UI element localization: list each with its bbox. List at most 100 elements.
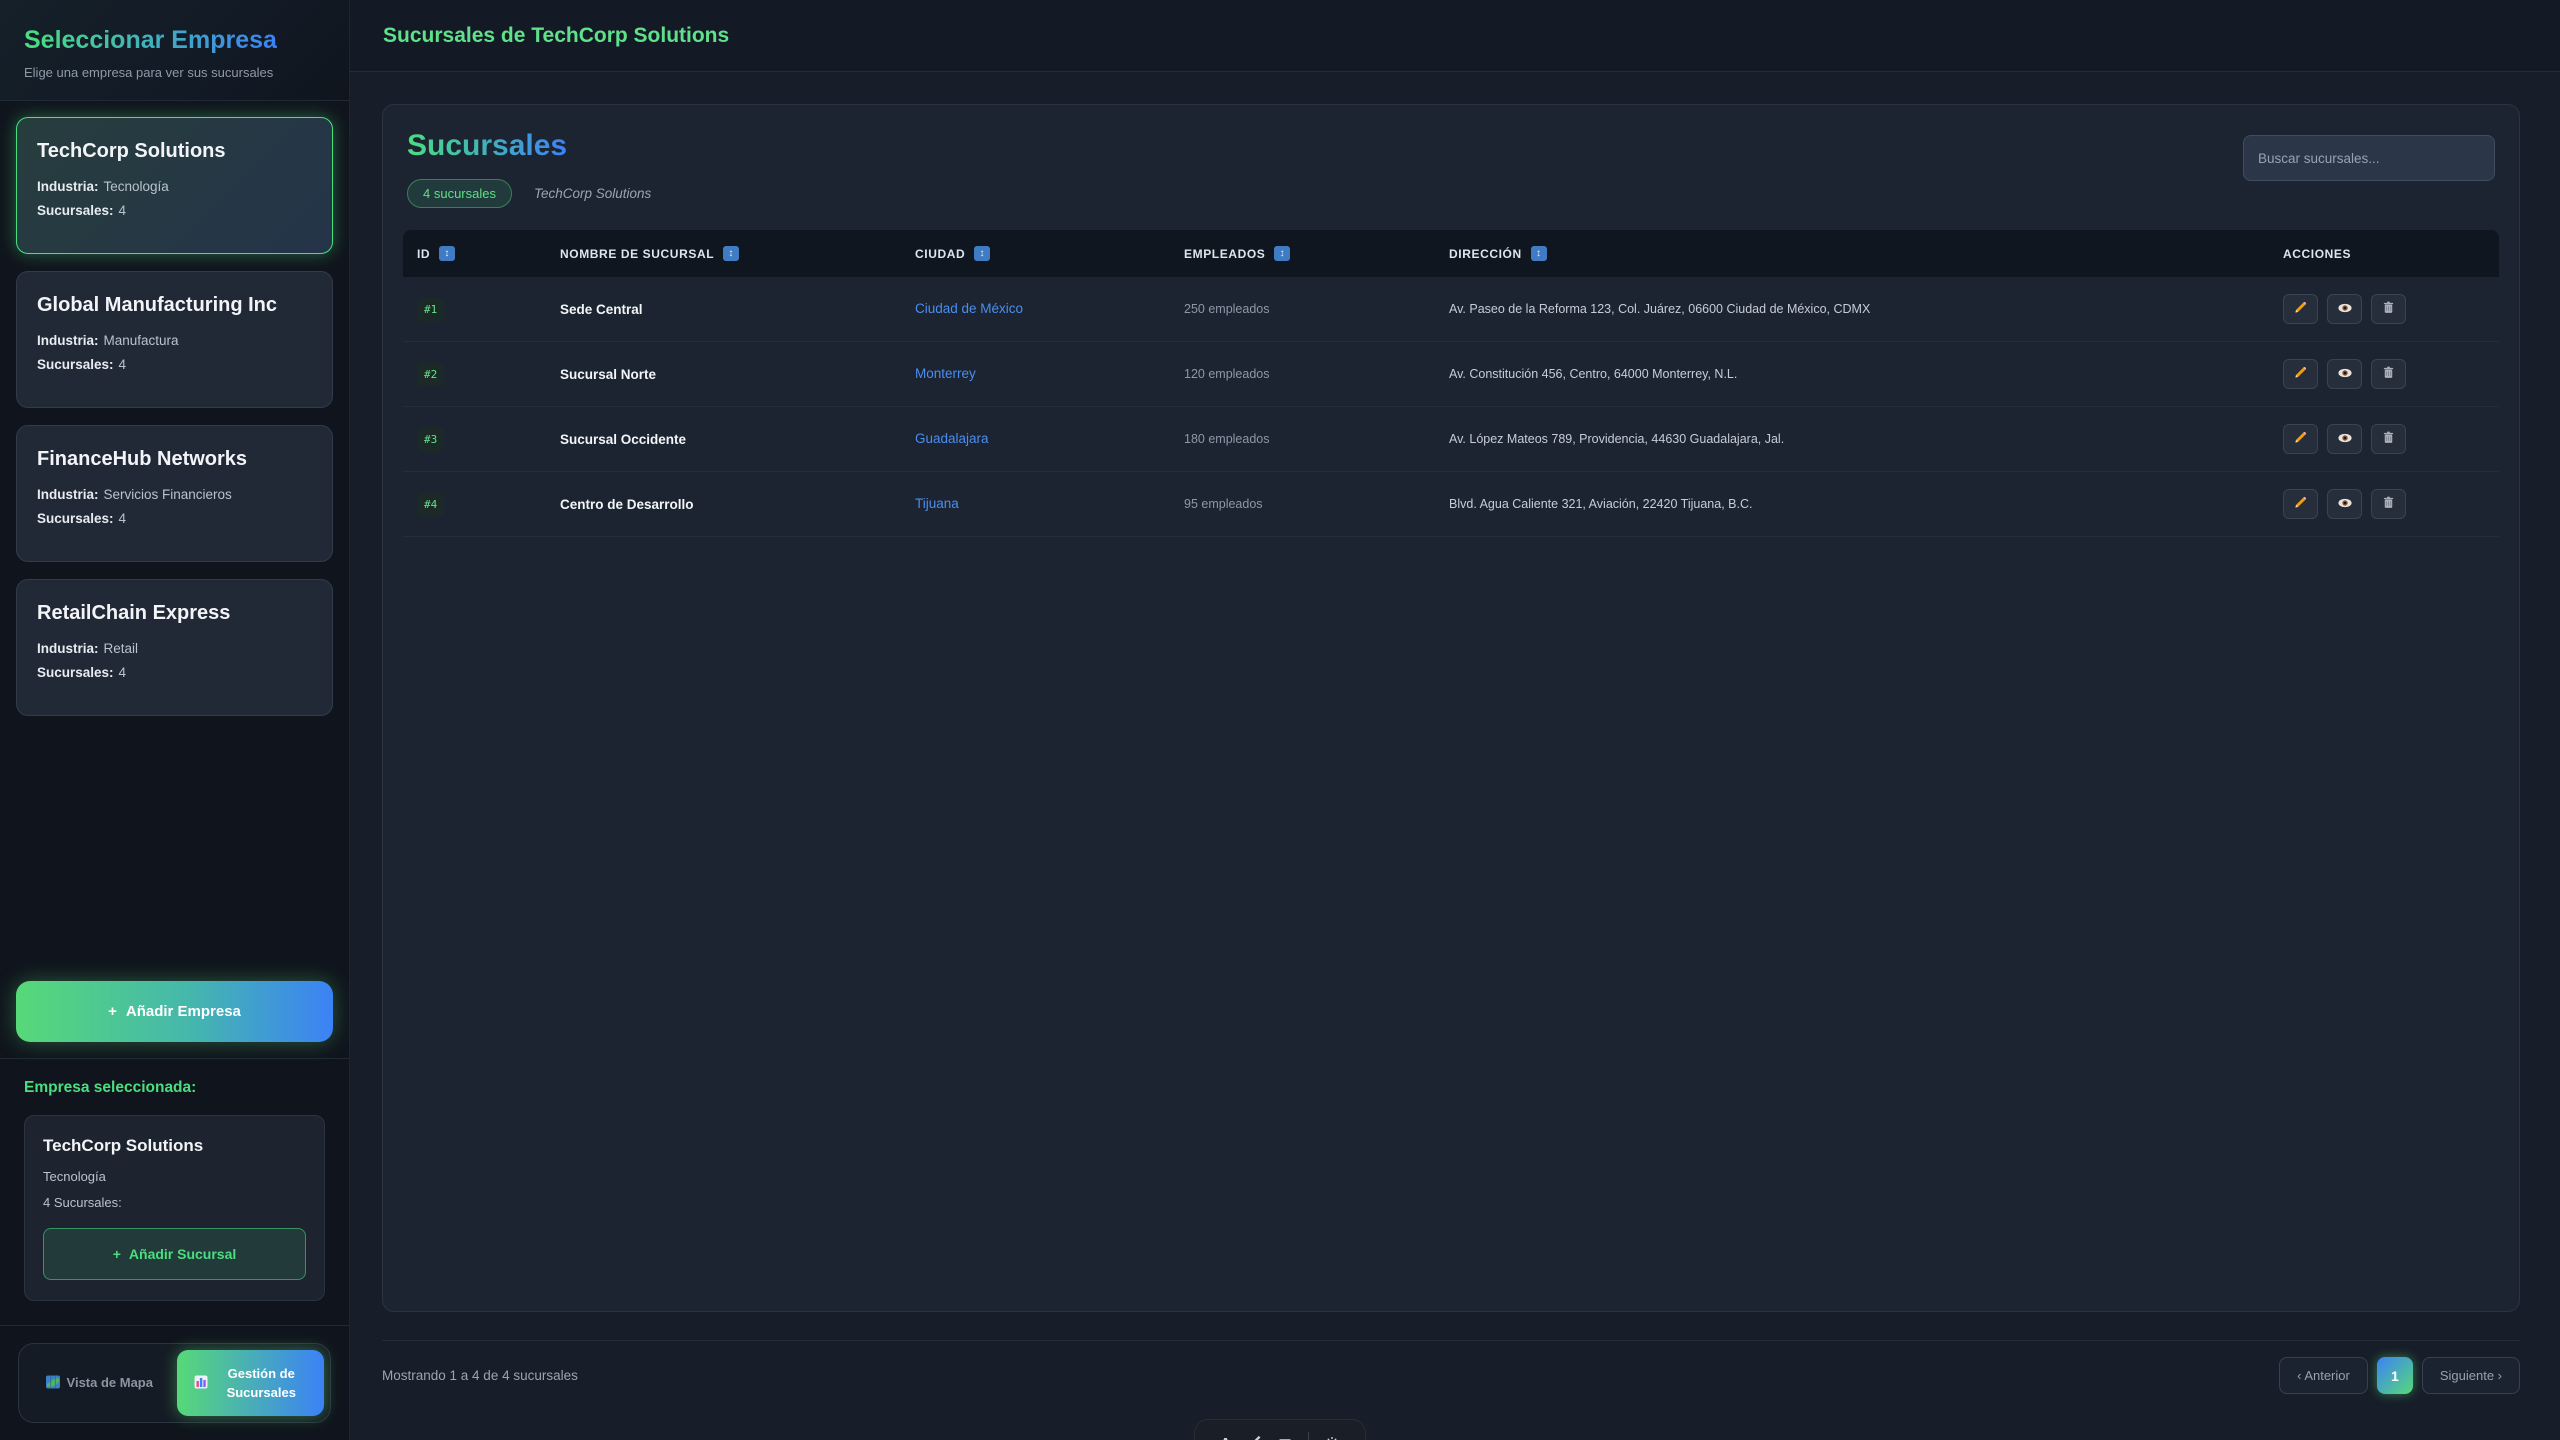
- city-cell: Monterrey: [901, 365, 1170, 383]
- previous-page-button[interactable]: ‹ Anterior: [2279, 1357, 2368, 1394]
- branch-address: Av. Paseo de la Reforma 123, Col. Juárez…: [1435, 302, 2269, 316]
- company-branches-line: Sucursales:4: [37, 665, 312, 680]
- delete-button[interactable]: [2371, 489, 2406, 519]
- pagination: ‹ Anterior 1 Siguiente ›: [2279, 1357, 2520, 1394]
- branches-value: 4: [119, 203, 127, 218]
- branch-name: Sucursal Occidente: [546, 432, 901, 447]
- font-size-icon[interactable]: A: [1220, 1435, 1231, 1440]
- edit-button[interactable]: [2283, 294, 2318, 324]
- list-icon[interactable]: [1277, 1435, 1293, 1440]
- company-card-retailchain[interactable]: RetailChain Express Industria:Retail Suc…: [16, 579, 333, 716]
- trash-icon: [2381, 430, 2396, 448]
- view-button[interactable]: [2327, 294, 2362, 324]
- branch-address: Av. Constitución 456, Centro, 64000 Mont…: [1435, 367, 2269, 381]
- company-card-global-manufacturing[interactable]: Global Manufacturing Inc Industria:Manuf…: [16, 271, 333, 408]
- company-branches-line: Sucursales: 4: [37, 357, 312, 372]
- plus-icon: +: [113, 1246, 121, 1262]
- eye-icon: [2337, 495, 2353, 514]
- management-view-label: Gestión de Sucursales: [215, 1364, 307, 1403]
- company-branches-line: Sucursales:4: [37, 203, 312, 218]
- branches-table: ID↕ NOMBRE DE SUCURSAL ↕ CIUDAD ↕ EMPLEADO…: [403, 230, 2499, 537]
- branch-name: Sucursal Norte: [546, 367, 901, 382]
- next-page-button[interactable]: Siguiente ›: [2422, 1357, 2520, 1394]
- page-header: Sucursales de TechCorp Solutions: [350, 0, 2560, 72]
- company-name: TechCorp Solutions: [37, 140, 312, 163]
- sidebar-header: Seleccionar Empresa Elige una empresa pa…: [0, 0, 349, 101]
- floating-dock: A: [1194, 1419, 1366, 1440]
- city-cell: Ciudad de México: [901, 300, 1170, 318]
- selected-company-name: TechCorp Solutions: [43, 1136, 306, 1156]
- table-row: #2 Sucursal Norte Monterrey 120 empleado…: [403, 342, 2499, 407]
- table-row: #3 Sucursal Occidente Guadalajara 180 em…: [403, 407, 2499, 472]
- edit-button[interactable]: [2283, 489, 2318, 519]
- company-card-techcorp[interactable]: TechCorp Solutions Industria:Tecnología …: [16, 117, 333, 254]
- id-cell: #2: [403, 365, 546, 383]
- company-card-financehub[interactable]: FinanceHub Networks Industria:Servicios …: [16, 425, 333, 562]
- industry-value: Servicios Financieros: [104, 487, 232, 502]
- view-button[interactable]: [2327, 489, 2362, 519]
- sidebar-subtitle: Elige una empresa para ver sus sucursale…: [24, 65, 325, 80]
- column-address: DIRECCIÓN↕: [1435, 246, 2269, 261]
- company-list: TechCorp Solutions Industria:Tecnología …: [0, 101, 349, 732]
- sidebar-title: Seleccionar Empresa: [24, 26, 277, 55]
- delete-button[interactable]: [2371, 424, 2406, 454]
- sort-icon[interactable]: ↕: [1531, 246, 1547, 261]
- branch-city-link[interactable]: Tijuana: [915, 496, 959, 511]
- branches-label: Sucursales:: [37, 357, 114, 372]
- sort-icon[interactable]: ↕: [974, 246, 990, 261]
- sort-icon[interactable]: ↕: [439, 246, 455, 261]
- actions-cell: [2269, 424, 2499, 454]
- sort-icon[interactable]: ↕: [723, 246, 739, 261]
- edit-button[interactable]: [2283, 424, 2318, 454]
- selected-company-section: Empresa seleccionada: TechCorp Solutions…: [0, 1058, 349, 1325]
- branch-city-link[interactable]: Monterrey: [915, 366, 976, 381]
- column-label: CIUDAD: [915, 247, 965, 261]
- branches-panel: Sucursales 4 sucursales TechCorp Solutio…: [382, 104, 2520, 1312]
- view-toggle-section: Vista de Mapa Gestión de Sucursales: [0, 1325, 349, 1440]
- branch-address: Blvd. Agua Caliente 321, Aviación, 22420…: [1435, 497, 2269, 511]
- column-employees: EMPLEADOS↕: [1170, 246, 1435, 261]
- page-title: Sucursales de TechCorp Solutions: [383, 24, 729, 48]
- id-cell: #1: [403, 300, 546, 318]
- industry-label: Industria:: [37, 641, 99, 656]
- company-industry-line: Industria:Retail: [37, 641, 312, 656]
- id-cell: #3: [403, 430, 546, 448]
- add-company-button[interactable]: +Añadir Empresa: [16, 981, 333, 1042]
- column-id: ID↕: [403, 246, 546, 261]
- add-company-label: Añadir Empresa: [126, 1003, 241, 1020]
- table-header: ID↕ NOMBRE DE SUCURSAL ↕ CIUDAD ↕ EMPLEADO…: [403, 230, 2499, 277]
- delete-button[interactable]: [2371, 294, 2406, 324]
- branches-value: 4: [119, 511, 127, 526]
- gear-icon[interactable]: [1324, 1435, 1340, 1440]
- add-branch-button[interactable]: +Añadir Sucursal: [43, 1228, 306, 1280]
- industry-label: Industria:: [37, 179, 99, 194]
- brush-icon[interactable]: [1246, 1435, 1262, 1440]
- table-row: #4 Centro de Desarrollo Tijuana 95 emple…: [403, 472, 2499, 537]
- edit-button[interactable]: [2283, 359, 2318, 389]
- branch-employees: 250 empleados: [1170, 302, 1435, 316]
- eye-icon: [2337, 365, 2353, 384]
- industry-label: Industria:: [37, 333, 99, 348]
- branch-city-link[interactable]: Ciudad de México: [915, 301, 1023, 316]
- current-page-button[interactable]: 1: [2377, 1357, 2413, 1394]
- branch-id-badge: #2: [417, 363, 444, 386]
- company-subtitle: TechCorp Solutions: [534, 186, 651, 201]
- delete-button[interactable]: [2371, 359, 2406, 389]
- actions-cell: [2269, 489, 2499, 519]
- company-name: RetailChain Express: [37, 602, 312, 625]
- dock-divider: [1308, 1432, 1309, 1440]
- industry-value: Manufactura: [104, 333, 179, 348]
- view-button[interactable]: [2327, 424, 2362, 454]
- panel-head: Sucursales 4 sucursales TechCorp Solutio…: [403, 129, 2499, 208]
- map-view-button[interactable]: Vista de Mapa: [25, 1350, 173, 1416]
- column-label: NOMBRE DE SUCURSAL: [560, 247, 714, 261]
- branches-value: 4: [119, 357, 127, 372]
- branch-city-link[interactable]: Guadalajara: [915, 431, 989, 446]
- sort-icon[interactable]: ↕: [1274, 246, 1290, 261]
- management-view-button[interactable]: Gestión de Sucursales: [177, 1350, 325, 1416]
- selected-company-industry: Tecnología: [43, 1169, 306, 1184]
- actions-cell: [2269, 294, 2499, 324]
- pencil-icon: [2293, 430, 2308, 448]
- search-input[interactable]: [2243, 135, 2495, 181]
- view-button[interactable]: [2327, 359, 2362, 389]
